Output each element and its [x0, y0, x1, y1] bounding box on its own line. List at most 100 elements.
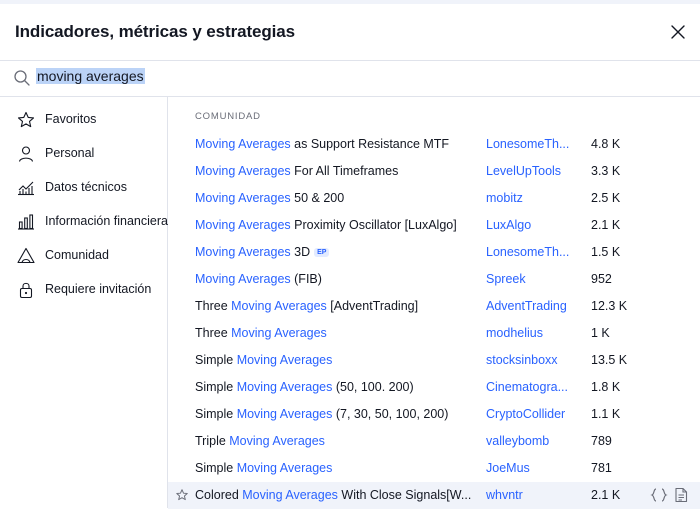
sidebar-item-label: Información financiera — [45, 214, 168, 228]
result-row[interactable]: Simple Moving Averages (50, 100. 200) Cin… — [168, 374, 700, 401]
author-link[interactable]: LonesomeTh... — [486, 245, 574, 259]
community-icon — [16, 246, 36, 266]
sidebar-item-label: Favoritos — [45, 112, 97, 126]
dialog-header: Indicadores, métricas y estrategias — [0, 4, 700, 61]
user-icon — [16, 144, 36, 164]
indicator-name[interactable]: Triple Moving Averages — [195, 434, 477, 448]
name-prefix: Simple — [195, 461, 237, 475]
name-match: Moving Averages — [229, 434, 325, 448]
result-row[interactable]: Moving Averages For All Timeframes LevelU… — [168, 158, 700, 185]
name-suffix: 3D — [290, 245, 311, 259]
usage-count: 1.5 K — [591, 245, 621, 259]
author-link[interactable]: valleybomb — [486, 434, 574, 448]
result-row[interactable]: Moving Averages Proximity Oscillator [Lu… — [168, 212, 700, 239]
dialog-title: Indicadores, métricas y estrategias — [15, 22, 295, 41]
name-prefix: Three — [195, 326, 232, 340]
indicator-name[interactable]: Simple Moving Averages — [195, 353, 477, 367]
indicator-name[interactable]: Simple Moving Averages — [195, 461, 477, 475]
search-input[interactable]: moving averages — [36, 68, 636, 88]
result-row[interactable]: Simple Moving Averages stocksinboxx 13.5 K — [168, 347, 700, 374]
author-link[interactable]: stocksinboxx — [486, 353, 574, 367]
name-match: Moving Averages — [231, 326, 327, 340]
sidebar-item-requiere-invitacion[interactable]: Requiere invitación — [0, 274, 166, 304]
source-code-icon[interactable] — [650, 487, 668, 503]
star-icon[interactable] — [175, 488, 189, 502]
author-link[interactable]: mobitz — [486, 191, 574, 205]
name-match: Moving Averages — [195, 245, 291, 259]
author-link[interactable]: Spreek — [486, 272, 574, 286]
result-row[interactable]: Moving Averages 3D EP LonesomeTh... 1.5 K — [168, 239, 700, 266]
indicator-name[interactable]: Simple Moving Averages (50, 100. 200) — [195, 380, 477, 394]
sidebar-item-label: Personal — [45, 146, 95, 160]
name-prefix: Simple — [195, 353, 237, 367]
result-row[interactable]: Moving Averages as Support Resistance MT… — [168, 131, 700, 158]
name-suffix: 50 & 200 — [290, 191, 345, 205]
result-row[interactable]: Three Moving Averages modhelius 1 K — [168, 320, 700, 347]
sidebar-item-favoritos[interactable]: Favoritos — [0, 104, 166, 134]
ep-badge: EP — [314, 248, 330, 257]
author-link[interactable]: Cinematogra... — [486, 380, 574, 394]
search-bar: moving averages — [0, 61, 700, 97]
indicator-name[interactable]: Colored Moving Averages With Close Signa… — [195, 488, 477, 502]
usage-count: 952 — [591, 272, 612, 286]
sidebar: Favoritos Personal Datos técnicos Inform… — [0, 97, 168, 508]
author-link[interactable]: AdventTrading — [486, 299, 574, 313]
author-link[interactable]: CryptoCollider — [486, 407, 574, 421]
result-row[interactable]: Simple Moving Averages (7, 30, 50, 100, … — [168, 401, 700, 428]
sidebar-item-personal[interactable]: Personal — [0, 138, 166, 168]
usage-count: 4.8 K — [591, 137, 621, 151]
name-match: Moving Averages — [242, 488, 338, 502]
sidebar-item-label: Datos técnicos — [45, 180, 127, 194]
name-match: Moving Averages — [195, 218, 291, 232]
indicator-name[interactable]: Moving Averages (FIB) — [195, 272, 477, 286]
result-row[interactable]: Colored Moving Averages With Close Signa… — [168, 482, 700, 509]
result-row[interactable]: Three Moving Averages [AdventTrading] Adv… — [168, 293, 700, 320]
sidebar-item-informacion-financiera[interactable]: Información financiera — [0, 206, 168, 236]
indicator-name[interactable]: Three Moving Averages — [195, 326, 477, 340]
name-prefix: Simple — [195, 407, 237, 421]
indicator-name[interactable]: Moving Averages as Support Resistance MT… — [195, 137, 477, 151]
result-row[interactable]: Moving Averages 50 & 200 mobitz 2.5 K — [168, 185, 700, 212]
result-row[interactable]: Moving Averages (FIB) Spreek 952 — [168, 266, 700, 293]
sidebar-item-datos-tecnicos[interactable]: Datos técnicos — [0, 172, 166, 202]
name-suffix: For All Timeframes — [290, 164, 399, 178]
name-match: Moving Averages — [231, 299, 327, 313]
indicator-name[interactable]: Moving Averages Proximity Oscillator [Lu… — [195, 218, 477, 232]
section-label: COMUNIDAD — [195, 111, 261, 122]
usage-count: 1.8 K — [591, 380, 621, 394]
author-link[interactable]: LevelUpTools — [486, 164, 574, 178]
technical-chart-icon — [16, 178, 36, 198]
indicator-name[interactable]: Moving Averages 50 & 200 — [195, 191, 477, 205]
name-match: Moving Averages — [236, 407, 333, 421]
name-suffix: (7, 30, 50, 100, 200) — [332, 407, 449, 421]
result-row[interactable]: Simple Moving Averages JoeMus 781 — [168, 455, 700, 482]
star-icon — [16, 110, 36, 130]
usage-count: 781 — [591, 461, 612, 475]
name-suffix: Proximity Oscillator [LuxAlgo] — [290, 218, 457, 232]
bar-chart-icon — [16, 212, 36, 232]
name-prefix: Three — [195, 299, 232, 313]
usage-count: 1 K — [591, 326, 610, 340]
indicator-name[interactable]: Moving Averages For All Timeframes — [195, 164, 477, 178]
close-icon[interactable] — [668, 22, 688, 42]
usage-count: 789 — [591, 434, 612, 448]
author-link[interactable]: JoeMus — [486, 461, 574, 475]
name-prefix: Triple — [195, 434, 230, 448]
sidebar-item-label: Comunidad — [45, 248, 109, 262]
result-row[interactable]: Triple Moving Averages valleybomb 789 — [168, 428, 700, 455]
lock-icon — [16, 280, 36, 300]
sidebar-item-comunidad[interactable]: Comunidad — [0, 240, 166, 270]
author-link[interactable]: LonesomeTh... — [486, 137, 574, 151]
name-match: Moving Averages — [236, 461, 333, 475]
indicator-name[interactable]: Simple Moving Averages (7, 30, 50, 100, … — [195, 407, 477, 421]
indicator-name[interactable]: Three Moving Averages [AdventTrading] — [195, 299, 477, 313]
indicator-name[interactable]: Moving Averages 3D EP — [195, 245, 477, 259]
usage-count: 2.1 K — [591, 218, 621, 232]
usage-count: 2.1 K — [591, 488, 621, 502]
document-icon[interactable] — [674, 487, 688, 503]
author-link[interactable]: modhelius — [486, 326, 574, 340]
search-icon — [13, 69, 31, 87]
author-link[interactable]: whvntr — [486, 488, 574, 502]
name-match: Moving Averages — [195, 272, 291, 286]
author-link[interactable]: LuxAlgo — [486, 218, 574, 232]
